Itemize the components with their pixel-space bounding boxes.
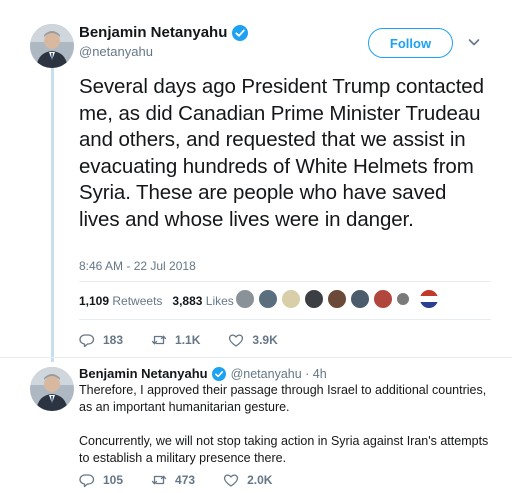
like-count: 3.9K	[252, 333, 278, 347]
likes-count: 3,883	[172, 294, 203, 308]
retweet-button[interactable]: 1.1K	[151, 332, 200, 348]
liker-avatar[interactable]	[396, 292, 410, 306]
reply-tweet-text: Therefore, I approved their passage thro…	[79, 382, 499, 484]
liker-avatars	[235, 289, 439, 309]
author-name-row: Benjamin Netanyahu	[79, 24, 249, 41]
liker-avatar[interactable]	[373, 289, 393, 309]
reply-button[interactable]: 183	[79, 332, 123, 348]
reply-author-row: Benjamin Netanyahu @netanyahu · 4h	[79, 366, 327, 381]
retweet-icon	[151, 335, 167, 345]
thread-line	[51, 68, 54, 362]
heart-icon	[224, 474, 239, 487]
retweets-stat[interactable]: 1,109 Retweets	[79, 294, 162, 308]
reply-paragraph: Concurrently, we will not stop taking ac…	[79, 434, 489, 465]
divider	[79, 319, 491, 320]
reply-button[interactable]: 105	[79, 472, 123, 488]
liker-avatar[interactable]	[304, 289, 324, 309]
like-count: 2.0K	[247, 473, 273, 487]
main-tweet: Benjamin Netanyahu @netanyahu Follow Sev…	[0, 0, 512, 362]
liker-avatar[interactable]	[258, 289, 278, 309]
like-button[interactable]: 2.0K	[223, 472, 272, 488]
reply-count: 183	[103, 333, 124, 347]
main-tweet-actions: 183 1.1K 3.9K	[79, 332, 306, 348]
tweet-timestamp[interactable]: 8:46 AM - 22 Jul 2018	[79, 259, 196, 273]
avatar[interactable]	[30, 24, 74, 68]
retweet-button[interactable]: 473	[151, 472, 195, 488]
verified-badge-icon	[232, 24, 249, 41]
engagement-stats: 1,109 Retweets 3,883 Likes	[79, 294, 234, 308]
reply-handle-time[interactable]: @netanyahu · 4h	[231, 367, 327, 381]
tweet-separator	[0, 357, 512, 358]
retweet-icon	[151, 475, 167, 485]
author-display-name[interactable]: Benjamin Netanyahu	[79, 24, 227, 41]
avatar-portrait-icon	[30, 24, 74, 68]
divider	[79, 281, 491, 282]
avatar[interactable]	[30, 367, 74, 411]
reply-paragraph: Therefore, I approved their passage thro…	[79, 383, 487, 414]
avatar-portrait-icon	[30, 367, 74, 411]
reply-icon	[79, 474, 95, 488]
likes-stat-label: Likes	[205, 294, 234, 308]
tweet-text: Several days ago President Trump contact…	[79, 75, 484, 231]
chevron-down-icon[interactable]	[467, 35, 481, 49]
liker-avatar[interactable]	[419, 289, 439, 309]
follow-button[interactable]: Follow	[368, 28, 453, 58]
liker-avatar[interactable]	[235, 289, 255, 309]
liker-avatar[interactable]	[350, 289, 370, 309]
verified-badge-icon	[211, 366, 226, 381]
heart-icon	[229, 334, 244, 347]
reply-tweet-actions: 105 473 2.0K	[79, 472, 300, 488]
liker-avatar[interactable]	[327, 289, 347, 309]
author-handle[interactable]: @netanyahu	[79, 44, 153, 59]
liker-avatar[interactable]	[281, 289, 301, 309]
reply-count: 105	[103, 473, 124, 487]
likes-stat[interactable]: 3,883 Likes	[172, 294, 233, 308]
reply-icon	[79, 334, 95, 348]
like-button[interactable]: 3.9K	[228, 332, 278, 348]
reply-author-display-name[interactable]: Benjamin Netanyahu	[79, 366, 208, 381]
retweet-count: 473	[175, 473, 196, 487]
retweets-count: 1,109	[79, 294, 110, 308]
retweets-stat-label: Retweets	[112, 294, 163, 308]
retweet-count: 1.1K	[175, 333, 201, 347]
